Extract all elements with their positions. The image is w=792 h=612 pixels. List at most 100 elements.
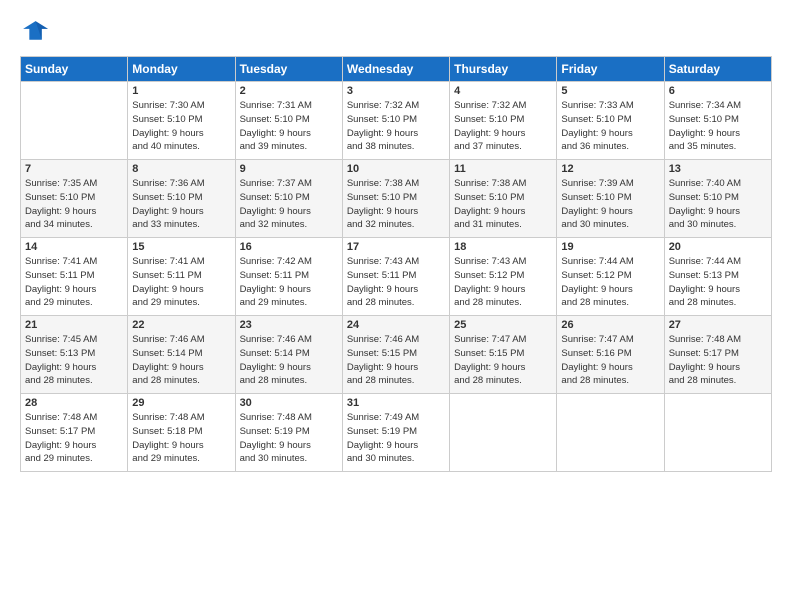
day-info: Sunrise: 7:48 AM Sunset: 5:18 PM Dayligh… bbox=[132, 411, 230, 466]
day-number: 9 bbox=[240, 163, 338, 175]
day-cell: 5 Sunrise: 7:33 AM Sunset: 5:10 PM Daylig… bbox=[557, 82, 664, 160]
day-info: Sunrise: 7:41 AM Sunset: 5:11 PM Dayligh… bbox=[132, 255, 230, 310]
col-header-friday: Friday bbox=[557, 57, 664, 82]
day-cell: 18Sunrise: 7:43 AM Sunset: 5:12 PM Dayli… bbox=[450, 238, 557, 316]
day-cell: 19 Sunrise: 7:44 AM Sunset: 5:12 PM Dayli… bbox=[557, 238, 664, 316]
day-cell: 15 Sunrise: 7:41 AM Sunset: 5:11 PM Dayli… bbox=[128, 238, 235, 316]
day-info: Sunrise: 7:35 AM Sunset: 5:10 PM Dayligh… bbox=[25, 177, 123, 232]
day-cell: 7 Sunrise: 7:35 AM Sunset: 5:10 PM Daylig… bbox=[21, 160, 128, 238]
day-cell: 12 Sunrise: 7:39 AM Sunset: 5:10 PM Dayli… bbox=[557, 160, 664, 238]
day-number: 13 bbox=[669, 163, 767, 175]
day-info: Sunrise: 7:30 AM Sunset: 5:10 PM Dayligh… bbox=[132, 99, 230, 154]
day-info: Sunrise: 7:48 AM Sunset: 5:17 PM Dayligh… bbox=[669, 333, 767, 388]
day-cell: 21Sunrise: 7:45 AM Sunset: 5:13 PM Dayli… bbox=[21, 316, 128, 394]
day-cell: 22 Sunrise: 7:46 AM Sunset: 5:14 PM Dayli… bbox=[128, 316, 235, 394]
day-number: 4 bbox=[454, 85, 552, 97]
day-cell: 29 Sunrise: 7:48 AM Sunset: 5:18 PM Dayli… bbox=[128, 394, 235, 472]
day-cell: 25 Sunrise: 7:47 AM Sunset: 5:15 PM Dayli… bbox=[450, 316, 557, 394]
day-info: Sunrise: 7:32 AM Sunset: 5:10 PM Dayligh… bbox=[347, 99, 445, 154]
day-cell: 10 Sunrise: 7:38 AM Sunset: 5:10 PM Dayli… bbox=[342, 160, 449, 238]
day-info: Sunrise: 7:42 AM Sunset: 5:11 PM Dayligh… bbox=[240, 255, 338, 310]
day-cell: 13 Sunrise: 7:40 AM Sunset: 5:10 PM Dayli… bbox=[664, 160, 771, 238]
day-cell: 14Sunrise: 7:41 AM Sunset: 5:11 PM Dayli… bbox=[21, 238, 128, 316]
logo bbox=[20, 18, 52, 46]
day-info: Sunrise: 7:47 AM Sunset: 5:15 PM Dayligh… bbox=[454, 333, 552, 388]
day-cell: 1 Sunrise: 7:30 AM Sunset: 5:10 PM Daylig… bbox=[128, 82, 235, 160]
col-header-sunday: Sunday bbox=[21, 57, 128, 82]
day-info: Sunrise: 7:41 AM Sunset: 5:11 PM Dayligh… bbox=[25, 255, 123, 310]
day-info: Sunrise: 7:40 AM Sunset: 5:10 PM Dayligh… bbox=[669, 177, 767, 232]
day-number: 3 bbox=[347, 85, 445, 97]
day-cell: 9 Sunrise: 7:37 AM Sunset: 5:10 PM Daylig… bbox=[235, 160, 342, 238]
header bbox=[20, 18, 772, 46]
day-info: Sunrise: 7:37 AM Sunset: 5:10 PM Dayligh… bbox=[240, 177, 338, 232]
col-header-saturday: Saturday bbox=[664, 57, 771, 82]
day-cell: 31Sunrise: 7:49 AM Sunset: 5:19 PM Dayli… bbox=[342, 394, 449, 472]
day-info: Sunrise: 7:38 AM Sunset: 5:10 PM Dayligh… bbox=[347, 177, 445, 232]
day-number: 22 bbox=[132, 319, 230, 331]
day-number: 10 bbox=[347, 163, 445, 175]
day-cell: 6 Sunrise: 7:34 AM Sunset: 5:10 PM Daylig… bbox=[664, 82, 771, 160]
day-info: Sunrise: 7:36 AM Sunset: 5:10 PM Dayligh… bbox=[132, 177, 230, 232]
day-info: Sunrise: 7:48 AM Sunset: 5:19 PM Dayligh… bbox=[240, 411, 338, 466]
week-row-5: 28Sunrise: 7:48 AM Sunset: 5:17 PM Dayli… bbox=[21, 394, 772, 472]
day-info: Sunrise: 7:46 AM Sunset: 5:14 PM Dayligh… bbox=[240, 333, 338, 388]
day-info: Sunrise: 7:44 AM Sunset: 5:13 PM Dayligh… bbox=[669, 255, 767, 310]
day-number: 29 bbox=[132, 397, 230, 409]
day-number: 26 bbox=[561, 319, 659, 331]
day-info: Sunrise: 7:31 AM Sunset: 5:10 PM Dayligh… bbox=[240, 99, 338, 154]
day-info: Sunrise: 7:43 AM Sunset: 5:11 PM Dayligh… bbox=[347, 255, 445, 310]
day-number: 24 bbox=[347, 319, 445, 331]
day-info: Sunrise: 7:45 AM Sunset: 5:13 PM Dayligh… bbox=[25, 333, 123, 388]
day-number: 2 bbox=[240, 85, 338, 97]
day-cell: 26Sunrise: 7:47 AM Sunset: 5:16 PM Dayli… bbox=[557, 316, 664, 394]
day-cell: 3 Sunrise: 7:32 AM Sunset: 5:10 PM Daylig… bbox=[342, 82, 449, 160]
day-info: Sunrise: 7:39 AM Sunset: 5:10 PM Dayligh… bbox=[561, 177, 659, 232]
week-row-4: 21Sunrise: 7:45 AM Sunset: 5:13 PM Dayli… bbox=[21, 316, 772, 394]
day-number: 7 bbox=[25, 163, 123, 175]
week-row-3: 14Sunrise: 7:41 AM Sunset: 5:11 PM Dayli… bbox=[21, 238, 772, 316]
day-number: 16 bbox=[240, 241, 338, 253]
day-cell: 27Sunrise: 7:48 AM Sunset: 5:17 PM Dayli… bbox=[664, 316, 771, 394]
day-cell: 2 Sunrise: 7:31 AM Sunset: 5:10 PM Daylig… bbox=[235, 82, 342, 160]
week-row-2: 7 Sunrise: 7:35 AM Sunset: 5:10 PM Daylig… bbox=[21, 160, 772, 238]
day-info: Sunrise: 7:46 AM Sunset: 5:14 PM Dayligh… bbox=[132, 333, 230, 388]
col-header-thursday: Thursday bbox=[450, 57, 557, 82]
day-cell: 11 Sunrise: 7:38 AM Sunset: 5:10 PM Dayli… bbox=[450, 160, 557, 238]
day-number: 23 bbox=[240, 319, 338, 331]
day-cell bbox=[450, 394, 557, 472]
day-number: 17 bbox=[347, 241, 445, 253]
day-info: Sunrise: 7:38 AM Sunset: 5:10 PM Dayligh… bbox=[454, 177, 552, 232]
day-info: Sunrise: 7:33 AM Sunset: 5:10 PM Dayligh… bbox=[561, 99, 659, 154]
day-number: 19 bbox=[561, 241, 659, 253]
logo-icon bbox=[20, 18, 48, 46]
day-number: 11 bbox=[454, 163, 552, 175]
day-number: 6 bbox=[669, 85, 767, 97]
day-number: 20 bbox=[669, 241, 767, 253]
day-info: Sunrise: 7:34 AM Sunset: 5:10 PM Dayligh… bbox=[669, 99, 767, 154]
page: SundayMondayTuesdayWednesdayThursdayFrid… bbox=[0, 0, 792, 612]
day-cell: 17 Sunrise: 7:43 AM Sunset: 5:11 PM Dayli… bbox=[342, 238, 449, 316]
day-cell: 23 Sunrise: 7:46 AM Sunset: 5:14 PM Dayli… bbox=[235, 316, 342, 394]
day-cell bbox=[21, 82, 128, 160]
day-cell: 20 Sunrise: 7:44 AM Sunset: 5:13 PM Dayli… bbox=[664, 238, 771, 316]
day-number: 31 bbox=[347, 397, 445, 409]
calendar-table: SundayMondayTuesdayWednesdayThursdayFrid… bbox=[20, 56, 772, 472]
day-cell: 24Sunrise: 7:46 AM Sunset: 5:15 PM Dayli… bbox=[342, 316, 449, 394]
day-number: 12 bbox=[561, 163, 659, 175]
week-row-1: 1 Sunrise: 7:30 AM Sunset: 5:10 PM Daylig… bbox=[21, 82, 772, 160]
day-cell bbox=[557, 394, 664, 472]
day-number: 1 bbox=[132, 85, 230, 97]
day-cell bbox=[664, 394, 771, 472]
day-cell: 28Sunrise: 7:48 AM Sunset: 5:17 PM Dayli… bbox=[21, 394, 128, 472]
day-info: Sunrise: 7:48 AM Sunset: 5:17 PM Dayligh… bbox=[25, 411, 123, 466]
day-cell: 8Sunrise: 7:36 AM Sunset: 5:10 PM Daylig… bbox=[128, 160, 235, 238]
day-info: Sunrise: 7:32 AM Sunset: 5:10 PM Dayligh… bbox=[454, 99, 552, 154]
day-number: 30 bbox=[240, 397, 338, 409]
day-info: Sunrise: 7:44 AM Sunset: 5:12 PM Dayligh… bbox=[561, 255, 659, 310]
day-number: 18 bbox=[454, 241, 552, 253]
day-cell: 4 Sunrise: 7:32 AM Sunset: 5:10 PM Daylig… bbox=[450, 82, 557, 160]
day-number: 25 bbox=[454, 319, 552, 331]
day-number: 5 bbox=[561, 85, 659, 97]
day-number: 15 bbox=[132, 241, 230, 253]
